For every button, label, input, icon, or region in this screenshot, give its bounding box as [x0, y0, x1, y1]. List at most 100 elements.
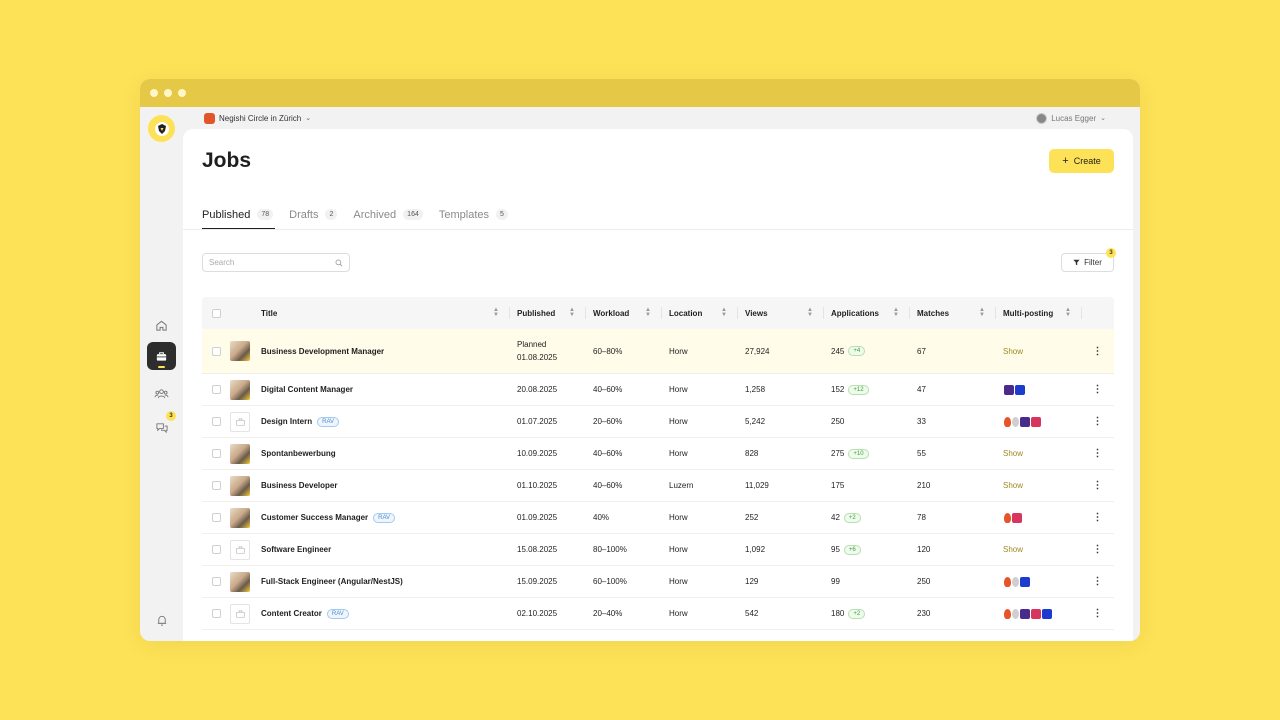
table-row[interactable]: Spontanbewerbung 10.09.2025 40–60% Horw … [202, 438, 1114, 470]
tab-templates[interactable]: Templates 5 [439, 199, 510, 230]
row-checkbox[interactable] [211, 481, 221, 490]
tab-count: 5 [496, 209, 508, 220]
job-title[interactable]: Software Engineer [261, 545, 331, 554]
sidebar-item-notifications[interactable] [147, 606, 176, 634]
kebab-menu-icon[interactable]: ⋮ [1093, 512, 1103, 523]
main-panel: Jobs + Create Published 78 Drafts 2 Arch… [183, 129, 1133, 641]
column-title[interactable]: Title ▲ ▼ [261, 297, 509, 329]
table-row[interactable]: Digital Content Manager 20.08.2025 40–60… [202, 374, 1114, 406]
filter-label: Filter [1084, 258, 1102, 267]
published-date: 15.09.2025 [517, 577, 558, 586]
column-label: Workload [593, 308, 630, 318]
briefcase-icon [235, 610, 245, 618]
row-checkbox[interactable] [211, 417, 221, 426]
applications: 275 [831, 449, 845, 458]
job-title[interactable]: Business Development Manager [261, 347, 384, 356]
job-thumbnail [230, 379, 250, 400]
row-check-cell [202, 329, 230, 373]
table-row[interactable]: Business Developer 01.10.2025 40–60% Luz… [202, 470, 1114, 502]
platform-icon[interactable] [1011, 511, 1023, 524]
row-multi-cell [995, 598, 1081, 629]
show-multiposting-link[interactable]: Show [1003, 481, 1023, 490]
row-checkbox[interactable] [211, 385, 221, 394]
user-menu[interactable]: Lucas Egger ⌄ [1036, 112, 1106, 124]
sidebar-item-candidates[interactable] [147, 379, 176, 407]
tab-archived[interactable]: Archived 164 [353, 199, 424, 230]
search-input[interactable]: Search [202, 253, 350, 272]
row-checkbox[interactable] [211, 577, 221, 586]
sort-icon: ▲ ▼ [645, 307, 651, 318]
views: 828 [745, 449, 759, 458]
published-date: 10.09.2025 [517, 449, 558, 458]
job-title[interactable]: Full-Stack Engineer (Angular/NestJS) [261, 577, 403, 586]
table-row[interactable]: Content Creator RAV 02.10.2025 20–40% Hor… [202, 598, 1114, 630]
window-dot-maximize[interactable] [178, 89, 186, 97]
app-logo[interactable] [148, 115, 175, 142]
row-apps-cell: 99 [823, 566, 909, 597]
kebab-menu-icon[interactable]: ⋮ [1093, 480, 1103, 491]
row-location-cell: Luzern [661, 470, 737, 501]
job-title[interactable]: Business Developer [261, 481, 337, 490]
window-dot-close[interactable] [150, 89, 158, 97]
sort-icon: ▲ ▼ [1065, 307, 1071, 318]
row-checkbox[interactable] [211, 513, 221, 522]
show-multiposting-link[interactable]: Show [1003, 449, 1023, 458]
row-checkbox[interactable] [211, 545, 221, 554]
column-location[interactable]: Location ▲ ▼ [661, 297, 737, 329]
jobs-table: Title ▲ ▼ Published ▲ ▼ Workload ▲ ▼ Location ▲… [202, 297, 1114, 630]
job-title[interactable]: Content Creator [261, 609, 322, 618]
kebab-menu-icon[interactable]: ⋮ [1093, 416, 1103, 427]
row-checkbox[interactable] [211, 346, 221, 356]
window-dot-minimize[interactable] [164, 89, 172, 97]
column-multiposting[interactable]: Multi-posting ▲ ▼ [995, 297, 1081, 329]
column-published[interactable]: Published ▲ ▼ [509, 297, 585, 329]
avatar [1036, 112, 1048, 124]
row-matches-cell: 230 [909, 598, 995, 629]
column-workload[interactable]: Workload ▲ ▼ [585, 297, 661, 329]
column-applications[interactable]: Applications ▲ ▼ [823, 297, 909, 329]
show-multiposting-link[interactable]: Show [1003, 347, 1023, 356]
column-matches[interactable]: Matches ▲ ▼ [909, 297, 995, 329]
job-title[interactable]: Spontanbewerbung [261, 449, 336, 458]
kebab-menu-icon[interactable]: ⋮ [1093, 544, 1103, 555]
kebab-menu-icon[interactable]: ⋮ [1093, 346, 1103, 357]
create-button[interactable]: + Create [1049, 149, 1114, 173]
new-applications-badge: +2 [848, 608, 866, 619]
sort-icon: ▲ ▼ [893, 307, 899, 318]
sidebar-item-home[interactable] [147, 311, 176, 339]
column-views[interactable]: Views ▲ ▼ [737, 297, 823, 329]
platform-icon[interactable] [1019, 575, 1031, 588]
job-title[interactable]: Design Intern [261, 417, 312, 426]
kebab-menu-icon[interactable]: ⋮ [1093, 576, 1103, 587]
row-views-cell: 11,029 [737, 470, 823, 501]
sidebar-item-jobs[interactable] [147, 342, 176, 370]
column-label: Published [517, 308, 556, 318]
table-row[interactable]: Business Development Manager Planned 01.0… [202, 329, 1114, 374]
job-title[interactable]: Customer Success Manager [261, 513, 368, 522]
kebab-menu-icon[interactable]: ⋮ [1093, 608, 1103, 619]
matches: 78 [917, 513, 926, 522]
new-applications-badge: +4 [848, 346, 866, 356]
org-switcher[interactable]: Negishi Circle in Zürich ⌄ [204, 112, 311, 124]
kebab-menu-icon[interactable]: ⋮ [1093, 384, 1103, 395]
row-published-cell: 20.08.2025 [509, 374, 585, 405]
table-row[interactable]: Customer Success Manager RAV 01.09.2025 4… [202, 502, 1114, 534]
table-row[interactable]: Design Intern RAV 01.07.2025 20–60% Horw … [202, 406, 1114, 438]
row-checkbox[interactable] [211, 609, 221, 618]
job-title[interactable]: Digital Content Manager [261, 385, 353, 394]
filter-button[interactable]: Filter 3 [1061, 248, 1116, 272]
show-multiposting-link[interactable]: Show [1003, 545, 1023, 554]
row-checkbox[interactable] [211, 449, 221, 458]
briefcase-icon [235, 418, 245, 426]
platform-icon[interactable] [1041, 607, 1053, 620]
sidebar-item-messages[interactable]: 3 [147, 411, 176, 441]
matches: 250 [917, 577, 931, 586]
table-row[interactable]: Software Engineer 15.08.2025 80–100% Hor… [202, 534, 1114, 566]
table-row[interactable]: Full-Stack Engineer (Angular/NestJS) 15.… [202, 566, 1114, 598]
kebab-menu-icon[interactable]: ⋮ [1093, 448, 1103, 459]
platform-icon[interactable] [1030, 415, 1042, 428]
tab-drafts[interactable]: Drafts 2 [289, 199, 339, 230]
select-all-checkbox[interactable] [211, 308, 221, 318]
platform-icon[interactable] [1014, 383, 1026, 396]
tab-published[interactable]: Published 78 [202, 199, 276, 230]
